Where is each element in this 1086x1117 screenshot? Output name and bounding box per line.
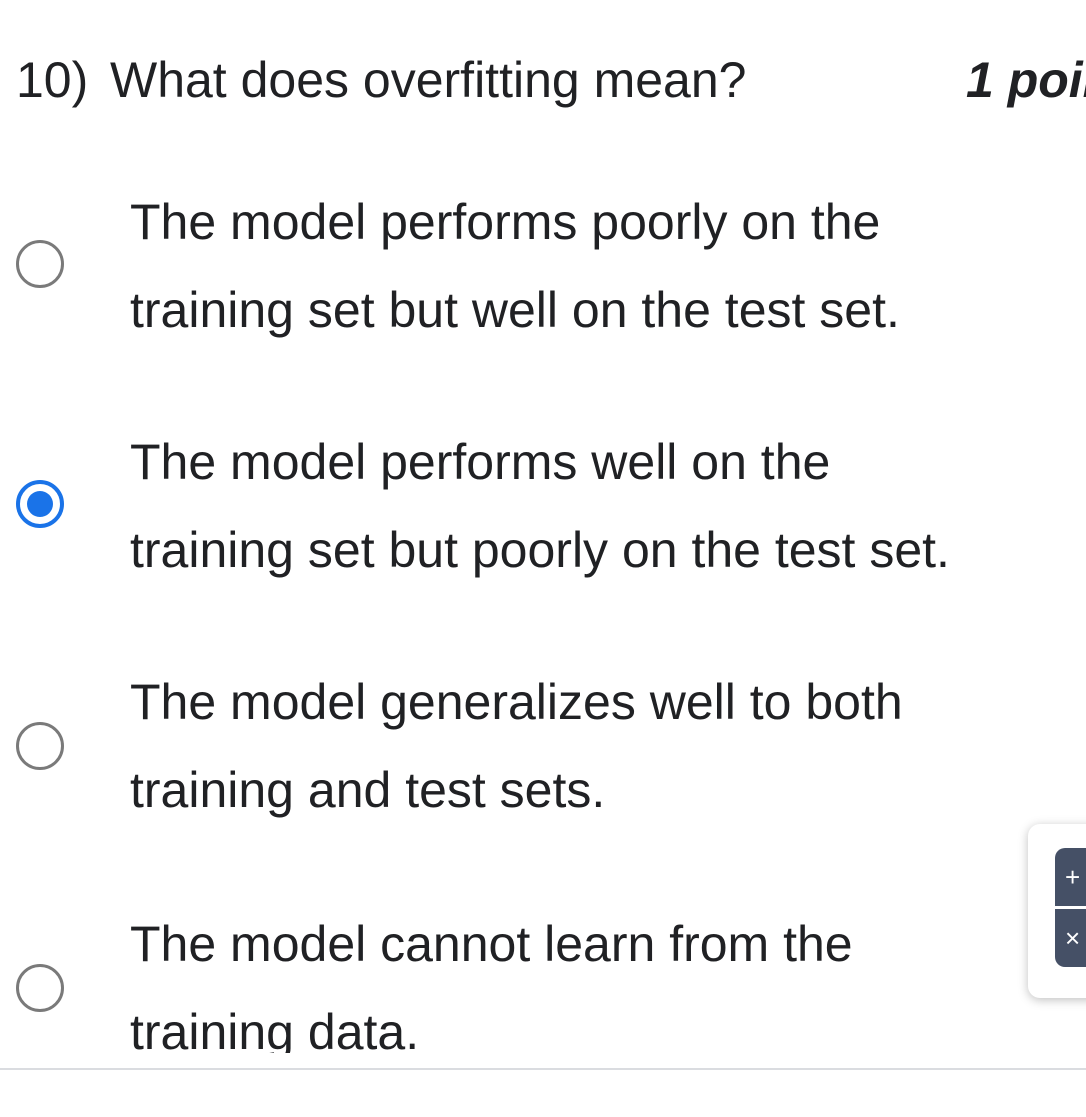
radio-selected-dot — [27, 491, 53, 517]
option-2[interactable]: The model generalizes well to both train… — [0, 658, 1086, 834]
question-number: 10) — [16, 52, 89, 108]
floating-panel: + × — [1028, 824, 1086, 998]
question-title: What does overfitting mean? — [110, 52, 747, 108]
plus-icon[interactable]: + — [1055, 848, 1086, 906]
quiz-page: 10) What does overfitting mean? 1 point … — [0, 0, 1086, 1117]
points-label: 1 point — [966, 52, 1086, 108]
radio-button[interactable] — [16, 964, 64, 1012]
option-3[interactable]: The model cannot learn from the training… — [0, 900, 1086, 1060]
option-label: The model cannot learn from the training… — [130, 916, 853, 1060]
option-0[interactable]: The model performs poorly on the trainin… — [0, 178, 1086, 354]
option-1[interactable]: The model performs well on the training … — [0, 418, 1086, 594]
option-label: The model performs poorly on the trainin… — [130, 194, 900, 338]
option-label: The model performs well on the training … — [130, 434, 950, 578]
content-clip — [0, 1053, 1000, 1067]
divider — [0, 1068, 1086, 1070]
option-label: The model generalizes well to both train… — [130, 674, 903, 818]
radio-button[interactable] — [16, 240, 64, 288]
radio-button-selected[interactable] — [16, 480, 64, 528]
question-header: 10) What does overfitting mean? 1 point — [16, 50, 1086, 110]
radio-button[interactable] — [16, 722, 64, 770]
close-icon[interactable]: × — [1055, 909, 1086, 967]
